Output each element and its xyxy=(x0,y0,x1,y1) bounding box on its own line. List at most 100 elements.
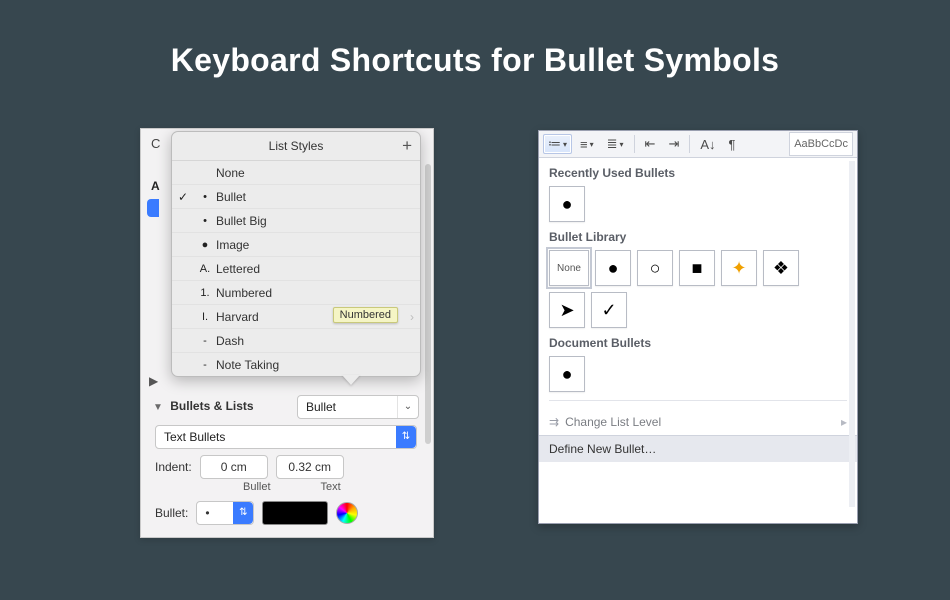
stepper-arrows-icon: ⇅ xyxy=(396,426,416,448)
bullet-kind-dropdown[interactable]: Text Bullets ⇅ xyxy=(155,425,417,449)
style-label: Bullet xyxy=(216,190,414,204)
show-marks-button[interactable]: ¶ xyxy=(724,135,741,154)
chevron-down-icon: ▾ xyxy=(563,140,567,149)
scrollbar[interactable] xyxy=(425,164,431,444)
four-diamonds-icon: ❖ xyxy=(773,258,789,279)
mac-inspector-panel: C A ▶ List Styles + None ✓ • Bullet • Bu… xyxy=(140,128,434,538)
checkmark-icon: ✓ xyxy=(601,300,616,321)
disclosure-triangle-icon[interactable]: ▶ xyxy=(149,374,158,388)
section-title: Bullets & Lists xyxy=(170,399,253,413)
list-style-item-harvard[interactable]: I. Harvard Numbered › xyxy=(172,304,420,328)
indent-levels-icon: ⇉ xyxy=(549,415,559,429)
dropdown-value: • xyxy=(197,506,233,520)
style-preview-icon: I. xyxy=(194,311,216,323)
popover-header: List Styles + xyxy=(172,132,420,161)
disc-icon: ● xyxy=(562,364,573,385)
style-label: Dash xyxy=(216,334,414,348)
style-preview-icon: • xyxy=(194,191,216,203)
style-preview-icon: - xyxy=(194,359,216,371)
bullets-lists-section-label[interactable]: ▼ Bullets & Lists xyxy=(153,399,254,413)
list-style-item-lettered[interactable]: A. Lettered xyxy=(172,256,420,280)
list-style-item-numbered[interactable]: 1. Numbered xyxy=(172,280,420,304)
styles-gallery-preview[interactable]: AaBbCcDc xyxy=(789,132,853,156)
list-style-item-bullet[interactable]: ✓ • Bullet xyxy=(172,184,420,208)
change-list-level-item[interactable]: ⇉ Change List Level ▸ xyxy=(539,409,857,435)
list-style-item-note-taking[interactable]: - Note Taking xyxy=(172,352,420,376)
style-preview-icon: 1. xyxy=(194,287,216,299)
stepper-arrows-icon: ⇅ xyxy=(233,502,253,524)
list-style-item-dash[interactable]: - Dash xyxy=(172,328,420,352)
list-style-item-image[interactable]: ● Image xyxy=(172,232,420,256)
sublabel-bullet: Bullet xyxy=(243,481,271,493)
selected-tab-sliver xyxy=(147,199,159,217)
none-label: None xyxy=(557,263,581,274)
disc-icon: ● xyxy=(562,194,573,215)
document-bullet-tile[interactable]: ● xyxy=(549,356,585,392)
dropdown-value: Text Bullets xyxy=(156,430,396,444)
four-star-icon: ✦ xyxy=(731,258,746,279)
dropdown-value: Bullet xyxy=(298,400,397,414)
circle-icon: ○ xyxy=(650,258,661,279)
numbered-list-button[interactable]: ≡▾ xyxy=(575,135,599,154)
bullet-tile-four-star[interactable]: ✦ xyxy=(721,250,757,286)
separator xyxy=(549,400,847,401)
list-style-item-bullet-big[interactable]: • Bullet Big xyxy=(172,208,420,232)
disclosure-triangle-icon: ▼ xyxy=(153,402,163,413)
word-bullet-gallery-panel: ≔ ▾ ≡▾ ≣▾ ⇤ ⇥ A↓ ¶ AaBbCcDc Recently Use… xyxy=(538,130,858,524)
bullet-field-label: Bullet: xyxy=(155,506,188,520)
list-style-item-none[interactable]: None xyxy=(172,161,420,184)
style-preview-icon: ● xyxy=(194,239,216,251)
add-style-button[interactable]: + xyxy=(402,136,412,156)
style-label: Numbered xyxy=(216,286,414,300)
increase-indent-button[interactable]: ⇥ xyxy=(663,134,684,154)
chevron-down-icon: ⌄ xyxy=(397,396,418,418)
arrowhead-icon: ➤ xyxy=(559,300,574,321)
style-preview-icon: • xyxy=(194,215,216,227)
separator xyxy=(689,135,690,153)
square-icon: ■ xyxy=(692,258,703,279)
disc-icon: ● xyxy=(608,258,619,279)
style-preview-icon: A. xyxy=(194,263,216,275)
recently-used-title: Recently Used Bullets xyxy=(549,166,857,180)
recent-bullet-tile[interactable]: ● xyxy=(549,186,585,222)
separator xyxy=(634,135,635,153)
bullet-library-title: Bullet Library xyxy=(549,230,857,244)
sort-button[interactable]: A↓ xyxy=(695,135,720,154)
bullet-tile-disc[interactable]: ● xyxy=(595,250,631,286)
define-new-bullet-item[interactable]: Define New Bullet… xyxy=(539,435,857,462)
bullet-tile-circle[interactable]: ○ xyxy=(637,250,673,286)
indent-text-field[interactable]: 0.32 cm xyxy=(276,455,344,479)
edge-char-c: C xyxy=(151,136,160,151)
style-label: Note Taking xyxy=(216,358,414,372)
document-bullets-title: Document Bullets xyxy=(549,336,857,350)
bullet-char-dropdown[interactable]: • ⇅ xyxy=(196,501,254,525)
style-preview-icon: - xyxy=(194,335,216,347)
decrease-indent-button[interactable]: ⇤ xyxy=(640,134,661,154)
indent-label: Indent: xyxy=(155,460,192,474)
colour-swatch[interactable] xyxy=(262,501,328,525)
style-label: Bullet Big xyxy=(216,214,414,228)
style-label: Image xyxy=(216,238,414,252)
sublabel-text: Text xyxy=(321,481,341,493)
indent-row: Indent: 0 cm 0.32 cm xyxy=(155,455,421,479)
tooltip: Numbered xyxy=(333,307,398,323)
change-list-level-label: Change List Level xyxy=(565,415,661,429)
chevron-right-icon: › xyxy=(410,310,414,324)
define-new-bullet-label: Define New Bullet… xyxy=(549,442,656,456)
list-styles-popover: List Styles + None ✓ • Bullet • Bullet B… xyxy=(171,131,421,377)
checkmark-icon: ✓ xyxy=(172,190,194,204)
bullet-tile-diamonds[interactable]: ❖ xyxy=(763,250,799,286)
ribbon: ≔ ▾ ≡▾ ≣▾ ⇤ ⇥ A↓ ¶ AaBbCcDc xyxy=(539,131,857,158)
multilevel-list-button[interactable]: ≣▾ xyxy=(602,134,629,154)
chevron-right-icon: ▸ xyxy=(841,415,847,429)
indent-bullet-field[interactable]: 0 cm xyxy=(200,455,268,479)
bullet-list-style-dropdown[interactable]: Bullet ⌄ xyxy=(297,395,419,419)
colour-wheel-icon[interactable] xyxy=(336,502,358,524)
popover-title: List Styles xyxy=(269,139,324,153)
bullet-tile-none[interactable]: None xyxy=(549,250,589,286)
bullet-tile-arrowhead[interactable]: ➤ xyxy=(549,292,585,328)
bullet-tile-square[interactable]: ■ xyxy=(679,250,715,286)
bullet-tile-checkmark[interactable]: ✓ xyxy=(591,292,627,328)
bulleted-list-button[interactable]: ≔ ▾ xyxy=(543,134,572,154)
scrollbar[interactable] xyxy=(849,161,855,507)
